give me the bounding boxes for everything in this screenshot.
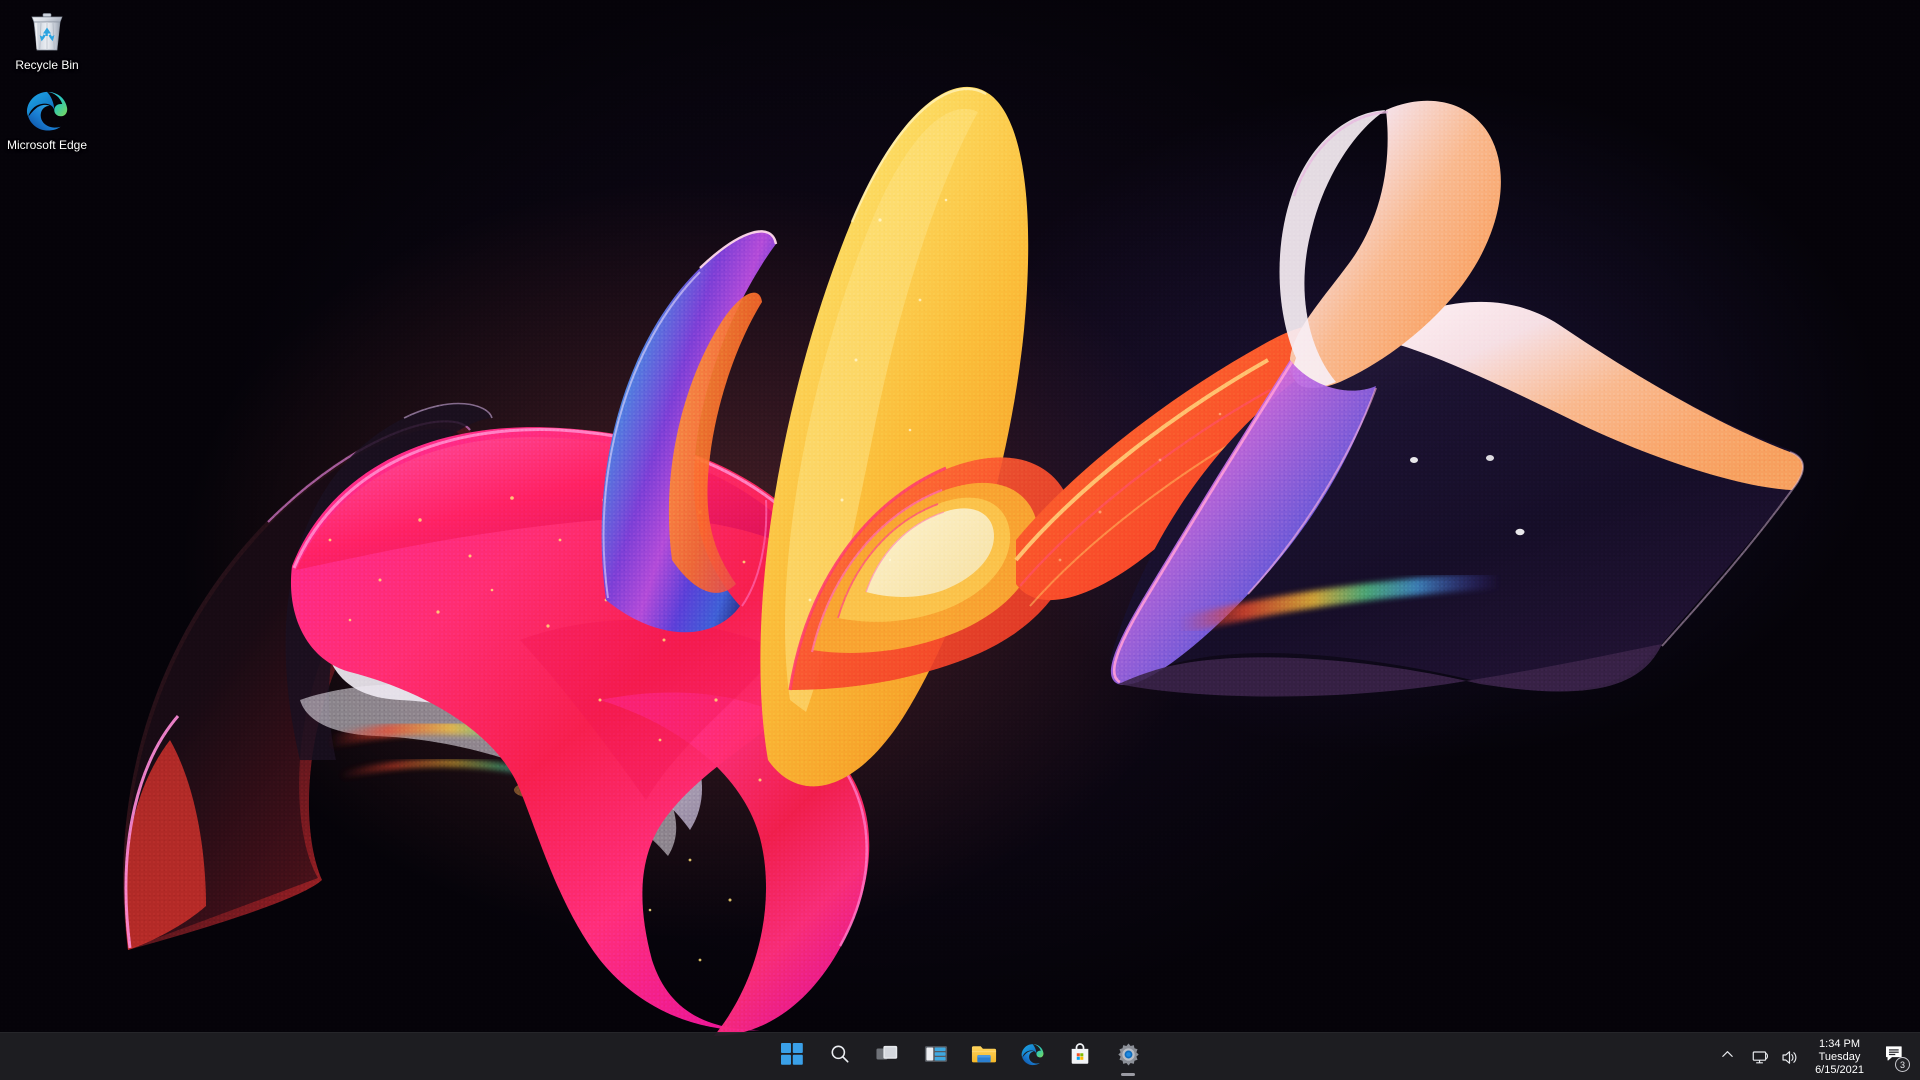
microsoft-edge-icon [5,86,89,134]
taskbar-button-search[interactable]: Search [820,1037,860,1077]
desktop-icon-label: Recycle Bin [15,58,79,72]
widgets-icon [924,1043,948,1070]
tray-status-icons-group[interactable] [1741,1037,1809,1077]
clock-day: Tuesday [1818,1050,1861,1063]
taskbar-button-start[interactable]: Start [772,1037,812,1077]
task-view-icon [876,1043,900,1070]
taskbar-button-microsoft-store[interactable]: Microsoft Store [1060,1037,1100,1077]
taskbar-button-file-explorer[interactable]: File Explorer [964,1037,1004,1077]
taskbar-button-edge[interactable]: Microsoft Edge [1012,1037,1052,1077]
clock-time: 1:34 PM [1819,1037,1861,1050]
system-tray: Show hidden icons [1714,1033,1920,1080]
clock-date: 6/15/2021 [1815,1063,1864,1076]
desktop-icon-microsoft-edge[interactable]: Microsoft Edge [5,86,89,152]
microsoft-store-icon [1068,1042,1092,1071]
speaker-icon [1776,1048,1803,1067]
desktop-surface[interactable]: Recycle Bin Microsoft Edge [0,0,1920,1080]
folder-icon [971,1043,997,1070]
desktop-wallpaper [0,0,1920,1080]
search-icon [829,1043,851,1070]
microsoft-edge-icon [1020,1042,1045,1072]
tray-show-hidden-icons-button[interactable]: Show hidden icons [1714,1037,1741,1077]
taskbar-button-settings[interactable]: Settings [1108,1037,1148,1077]
notification-center-button[interactable]: Chat / Notifications 3 [1874,1037,1914,1077]
desktop-icon-label: Microsoft Edge [6,138,88,152]
windows-logo-icon [781,1043,803,1070]
network-monitor-icon [1747,1048,1774,1067]
recycle-bin-icon [5,6,89,54]
taskbar[interactable]: Start Search Task View [0,1032,1920,1080]
taskbar-active-indicator [1121,1072,1135,1076]
taskbar-center-group: Start Search Task View [772,1037,1148,1077]
chevron-up-icon [1720,1047,1735,1067]
taskbar-button-widgets[interactable]: Widgets [916,1037,956,1077]
settings-gear-icon [1116,1042,1141,1072]
notification-count-badge: 3 [1895,1057,1910,1072]
taskbar-button-task-view[interactable]: Task View [868,1037,908,1077]
desktop-icon-recycle-bin[interactable]: Recycle Bin [5,6,89,72]
taskbar-clock[interactable]: 1:34 PM Tuesday 6/15/2021 [1809,1035,1874,1079]
